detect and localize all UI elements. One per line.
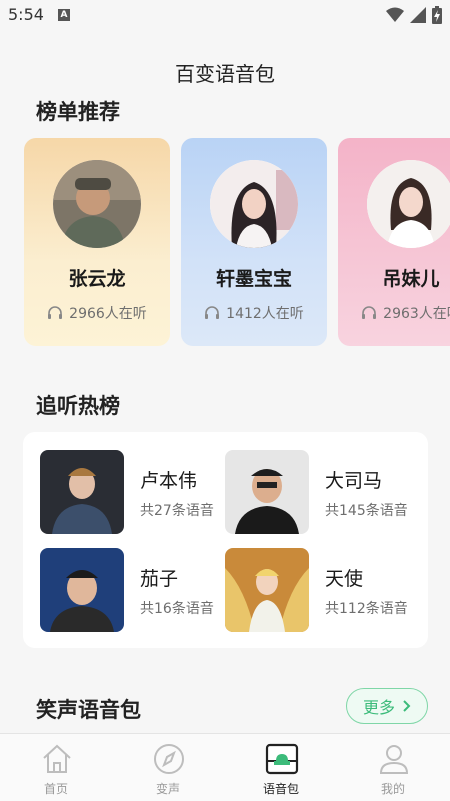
hot-item-name: 天使: [325, 568, 364, 590]
card-name: 轩墨宝宝: [215, 268, 292, 290]
status-time: 5:54: [8, 5, 44, 24]
status-icons: [386, 6, 442, 24]
compass-icon: [154, 744, 184, 774]
card-name: 吊妹儿: [382, 268, 440, 290]
wifi-icon: [386, 7, 404, 22]
tab-home[interactable]: 首页: [0, 734, 112, 801]
tab-label: 语音包: [262, 782, 299, 796]
battery-icon: [432, 6, 442, 24]
chevron-right-icon: [403, 700, 411, 712]
hot-list-item[interactable]: 茄子 共16条语音: [40, 548, 230, 632]
listener-text: 1412人在听: [226, 306, 304, 322]
avatar: [367, 160, 450, 248]
hot-item-name: 茄子: [140, 568, 179, 590]
hot-item-count: 共27条语音: [140, 503, 214, 519]
tab-label: 变声: [155, 782, 180, 796]
listener-count: 2966人在听: [24, 303, 170, 323]
headphones-icon: [362, 306, 377, 319]
more-button[interactable]: 更多: [346, 688, 428, 724]
page-title: 百变语音包: [175, 62, 275, 86]
ranking-carousel[interactable]: 张云龙 2966人在听 轩墨宝宝 1412人在听 吊妹儿 2963人在听: [0, 138, 450, 348]
listener-count: 1412人在听: [181, 303, 327, 323]
hot-item-count: 共145条语音: [325, 503, 408, 519]
hot-item-name: 大司马: [325, 470, 383, 492]
tab-voice-change[interactable]: 变声: [112, 734, 224, 801]
avatar: [210, 160, 298, 248]
headphones-icon: [205, 306, 220, 319]
ranking-card[interactable]: 轩墨宝宝 1412人在听: [181, 138, 327, 346]
home-icon: [43, 744, 71, 773]
ranking-card[interactable]: 吊妹儿 2963人在听: [338, 138, 450, 346]
tab-label: 我的: [380, 782, 405, 796]
hot-section-title: 追听热榜: [36, 394, 120, 418]
thumbnail: [40, 450, 124, 534]
thumbnail: [225, 548, 309, 632]
hot-list-item[interactable]: 大司马 共145条语音: [225, 450, 415, 534]
hot-item-count: 共16条语音: [140, 601, 214, 617]
headphones-icon: [48, 306, 63, 319]
hot-list-item[interactable]: 天使 共112条语音: [225, 548, 415, 632]
hot-item-count: 共112条语音: [325, 601, 408, 617]
tab-label: 首页: [43, 782, 68, 796]
tab-voice-pack[interactable]: 语音包: [225, 734, 337, 801]
hot-item-name: 卢本伟: [140, 470, 198, 492]
status-bar: 5:54 A: [0, 0, 450, 30]
bottom-tab-bar: 首页 变声 语音包 我的: [0, 733, 450, 801]
notification-icon: A: [58, 9, 70, 21]
listener-count: 2963人在听: [338, 303, 450, 323]
avatar: [53, 160, 141, 248]
tab-me[interactable]: 我的: [337, 734, 449, 801]
ranking-card[interactable]: 张云龙 2966人在听: [24, 138, 170, 346]
card-name: 张云龙: [68, 268, 126, 290]
laugh-section-title: 笑声语音包: [36, 698, 141, 722]
signal-icon: [410, 7, 426, 23]
ranking-section-title: 榜单推荐: [36, 100, 120, 124]
hot-list-item[interactable]: 卢本伟 共27条语音: [40, 450, 230, 534]
voice-pack-icon: [265, 743, 299, 775]
thumbnail: [225, 450, 309, 534]
listener-text: 2966人在听: [69, 306, 147, 322]
more-label: 更多: [362, 698, 395, 717]
hot-list-panel: 卢本伟 共27条语音 大司马 共145条语音 茄子 共16条语音 天使 共112…: [23, 432, 428, 648]
thumbnail: [40, 548, 124, 632]
listener-text: 2963人在听: [383, 306, 450, 322]
person-icon: [379, 745, 409, 774]
